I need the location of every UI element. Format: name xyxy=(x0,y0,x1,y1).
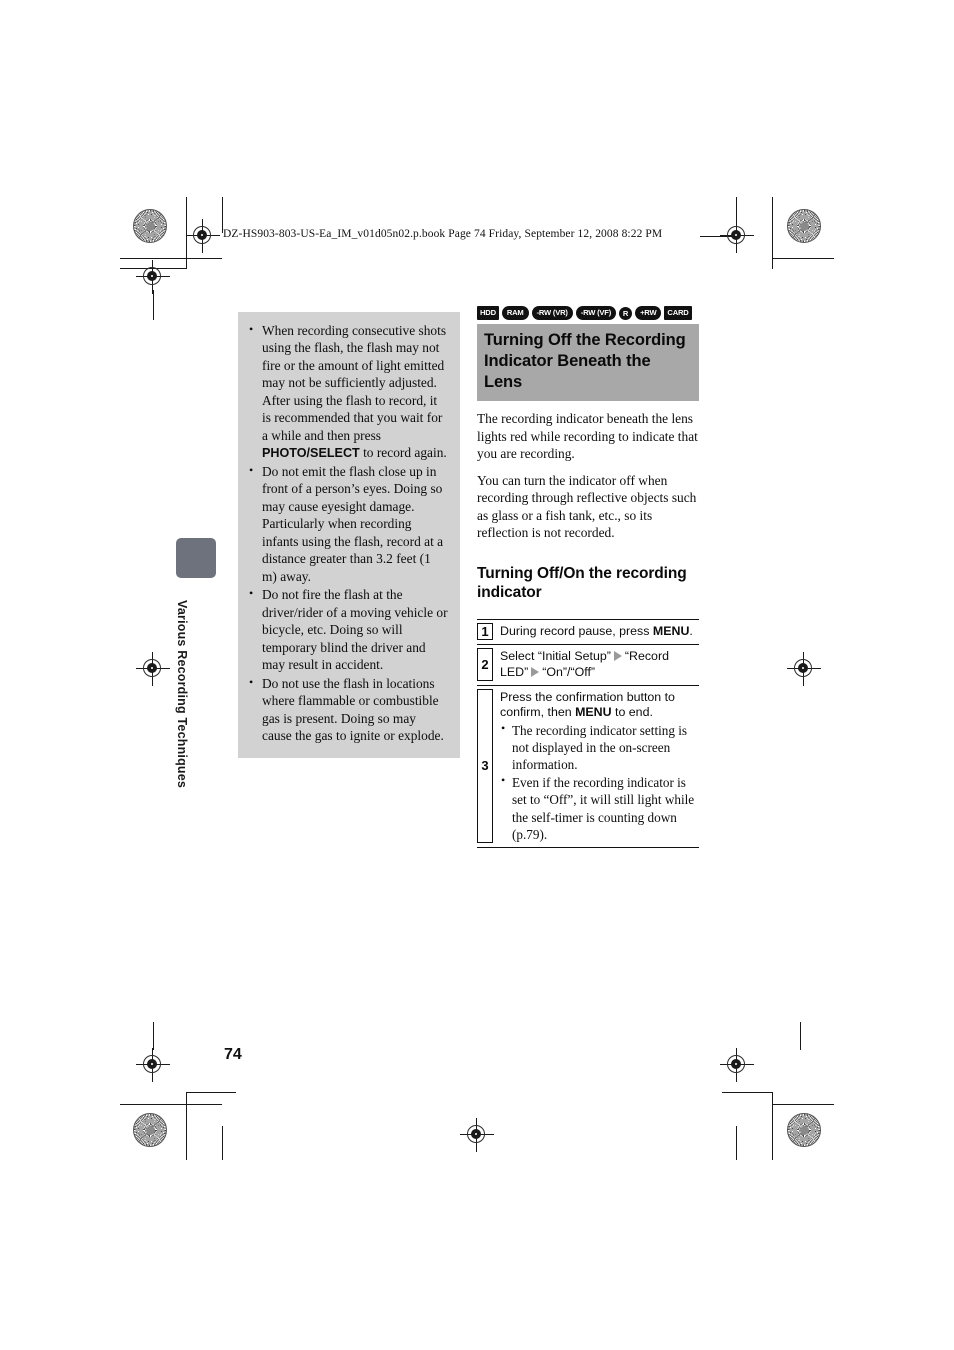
registration-starburst-top-right xyxy=(787,209,821,243)
media-badge-card: CARD xyxy=(664,306,692,320)
step-number-3: 3 xyxy=(477,688,493,843)
crop-line xyxy=(186,1092,187,1160)
registration-starburst-bottom-right xyxy=(787,1113,821,1147)
right-column: HDD RAM -RW (VR) -RW (VF) R +RW CARD Tur… xyxy=(477,306,699,848)
list-item: Do not fire the flash at the driver/ride… xyxy=(248,586,448,673)
note-text: When recording consecutive shots using t… xyxy=(262,323,447,443)
step3-notes-list: The recording indicator setting is not d… xyxy=(500,721,699,842)
list-item: The recording indicator setting is not d… xyxy=(500,721,699,773)
step-row-3: 3 Press the confirmation button to confi… xyxy=(477,684,699,848)
crop-line xyxy=(772,258,834,259)
registration-crosshair-bottom-right xyxy=(720,1048,754,1082)
page-number: 74 xyxy=(224,1046,242,1063)
chapter-tab-block xyxy=(176,538,216,578)
step1-text-after: . xyxy=(689,623,693,638)
list-item: When recording consecutive shots using t… xyxy=(248,322,448,462)
registration-starburst-top-left xyxy=(133,209,167,243)
note-bold-photo-select: PHOTO/SELECT xyxy=(262,446,360,461)
list-item: Even if the recording indicator is set t… xyxy=(500,773,699,842)
step-number-2: 2 xyxy=(477,647,493,681)
step1-text-before: During record pause, press xyxy=(500,623,653,638)
step-row-1: 1 During record pause, press MENU. xyxy=(477,618,699,644)
flash-cautions-list: When recording consecutive shots using t… xyxy=(248,322,448,745)
step2-part3: “On”/“Off” xyxy=(542,664,596,679)
chapter-tab-label: Various Recording Techniques xyxy=(175,600,189,789)
list-item: Do not emit the flash close up in front … xyxy=(248,463,448,585)
arrow-right-icon xyxy=(613,650,622,661)
step-text-1: During record pause, press MENU. xyxy=(500,623,699,640)
media-badge-rw-vr: -RW (VR) xyxy=(531,306,573,320)
registration-crosshair-left-middle xyxy=(136,652,170,686)
crop-line xyxy=(722,1092,772,1093)
registration-crosshair-top-header xyxy=(186,219,220,253)
crop-line xyxy=(186,1092,236,1093)
file-header-line: DZ-HS903-803-US-Ea_IM_v01d05n02.p.book P… xyxy=(223,228,663,240)
intro-paragraph-2: You can turn the indicator off when reco… xyxy=(477,472,697,541)
step3-text-after: to end. xyxy=(611,705,653,720)
media-badge-rw-vf: -RW (VF) xyxy=(575,306,617,320)
left-column: When recording consecutive shots using t… xyxy=(238,312,460,758)
section-title: Turning Off the Recording Indicator Bene… xyxy=(477,324,699,402)
media-badge-plus-rw: +RW xyxy=(635,306,662,320)
crop-line xyxy=(736,1126,737,1160)
note-tail: to record again. xyxy=(359,445,447,461)
registration-starburst-bottom-left xyxy=(133,1113,167,1147)
registration-crosshair-right-middle xyxy=(787,652,821,686)
step-number-1: 1 xyxy=(477,622,493,640)
media-badge-ram: RAM xyxy=(501,306,529,320)
procedure-steps: 1 During record pause, press MENU. 2 Sel… xyxy=(477,618,699,848)
media-badge-r: R xyxy=(619,306,633,320)
crop-line xyxy=(800,1022,801,1050)
flash-cautions-box: When recording consecutive shots using t… xyxy=(238,312,460,758)
list-item: Do not use the flash in locations where … xyxy=(248,675,448,745)
registration-crosshair-top-left xyxy=(136,260,170,294)
step3-bold-menu: MENU xyxy=(575,705,612,720)
sub-heading: Turning Off/On the recording indicator xyxy=(477,564,687,601)
crop-line xyxy=(153,1022,154,1050)
crop-line xyxy=(120,258,222,259)
registration-crosshair-bottom-left xyxy=(136,1048,170,1082)
crop-line xyxy=(153,290,154,320)
crop-line xyxy=(120,1104,222,1105)
step1-bold-menu: MENU xyxy=(652,623,690,638)
crop-line xyxy=(772,1092,773,1160)
step-row-2: 2 Select “Initial Setup” “Record LED” “On”… xyxy=(477,643,699,685)
step-text-2: Select “Initial Setup” “Record LED” “On”/“… xyxy=(500,648,699,681)
crop-line xyxy=(222,1126,223,1160)
media-badge-row: HDD RAM -RW (VR) -RW (VF) R +RW CARD xyxy=(477,306,699,320)
intro-paragraph-1: The recording indicator beneath the lens… xyxy=(477,411,698,462)
registration-crosshair-bottom-center xyxy=(460,1118,494,1152)
registration-crosshair-top-right xyxy=(720,219,754,253)
step2-part1: Select “Initial Setup” xyxy=(500,648,611,663)
arrow-right-icon xyxy=(531,666,540,677)
step-text-3: Press the confirmation button to confirm… xyxy=(500,689,699,843)
media-badge-hdd: HDD xyxy=(477,306,499,320)
crop-line xyxy=(772,1104,834,1105)
